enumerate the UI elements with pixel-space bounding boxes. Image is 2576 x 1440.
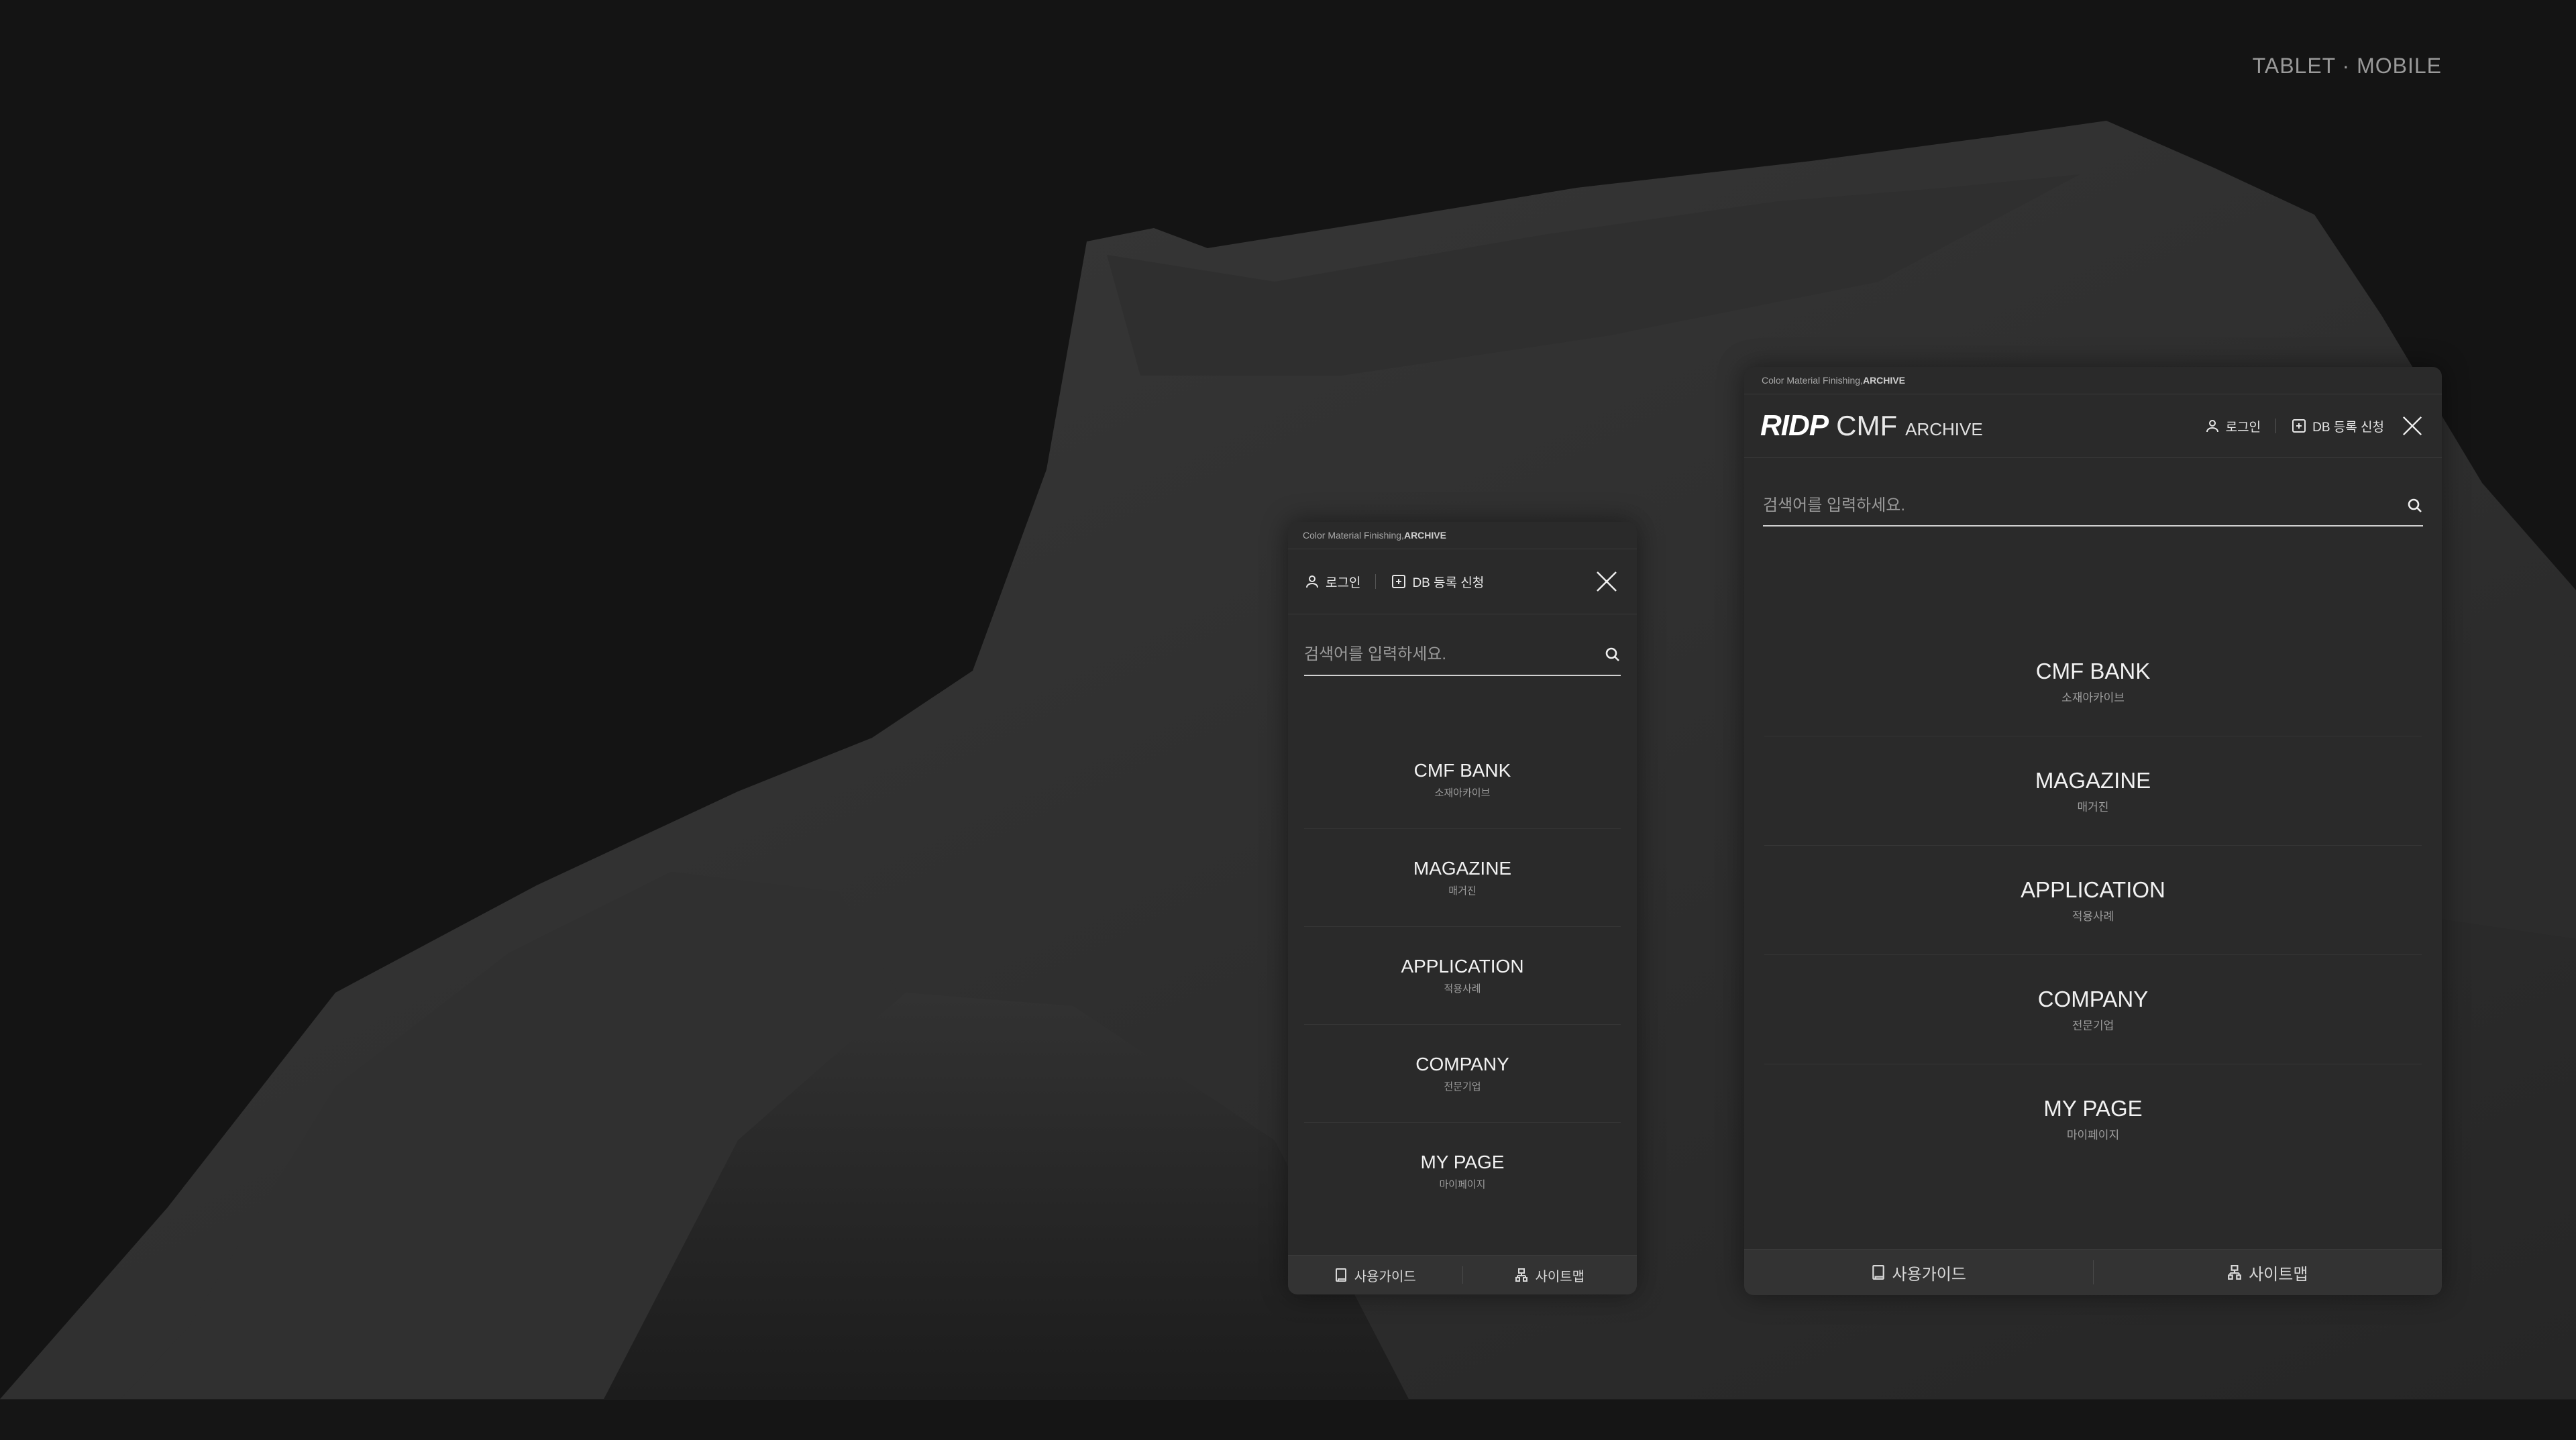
db-register-button[interactable]: DB 등록 신청 [1391, 573, 1484, 591]
menu-item-application[interactable]: APPLICATION 적용사례 [1764, 846, 2422, 955]
tagline-bold: ARCHIVE [1862, 375, 1905, 386]
tagline-text: Color Material Finishing, [1762, 375, 1863, 386]
user-guide-label: 사용가이드 [1354, 1269, 1416, 1284]
divider [1375, 574, 1377, 589]
menu-item-company[interactable]: COMPANY 전문기업 [1764, 955, 2422, 1064]
sitemap-button[interactable]: 사이트맵 [2094, 1250, 2443, 1295]
sitemap-icon [1515, 1268, 1528, 1282]
main-menu: CMF BANK 소재아카이브 MAGAZINE 매거진 APPLICATION… [1764, 627, 2422, 1173]
search-button[interactable] [2407, 498, 2423, 514]
menu-item-subtitle: 소재아카이브 [2061, 691, 2125, 704]
user-icon [2206, 420, 2218, 433]
tagline-bold: ARCHIVE [1403, 530, 1446, 541]
login-button[interactable]: 로그인 [1304, 573, 1360, 591]
menu-item-subtitle: 전문기업 [1444, 1081, 1481, 1093]
close-button[interactable] [1595, 570, 1618, 593]
menu-item-cmf-bank[interactable]: CMF BANK 소재아카이브 [1764, 627, 2422, 736]
logo[interactable]: RIDP CMF ARCHIVE [1760, 409, 1983, 443]
close-icon [2402, 416, 2422, 436]
search-icon [1605, 647, 1619, 661]
menu-item-title: MY PAGE [2043, 1095, 2143, 1121]
logo-archive: ARCHIVE [1905, 419, 1983, 439]
menu-item-title: COMPANY [2037, 986, 2149, 1011]
tagline-text: Color Material Finishing, [1303, 530, 1404, 541]
search-input[interactable] [1763, 496, 2407, 515]
bottom-bar [0, 1399, 2576, 1440]
menu-item-subtitle: 적용사례 [2072, 909, 2114, 923]
menu-item-my-page[interactable]: MY PAGE 마이페이지 [1764, 1064, 2422, 1173]
user-guide-label: 사용가이드 [1892, 1265, 1966, 1284]
logo-cmf: CMF [1836, 410, 1898, 441]
menu-item-subtitle: 적용사례 [1444, 983, 1481, 995]
book-icon [1872, 1265, 1884, 1280]
header-actions: 로그인 DB 등록 신청 [1304, 570, 1618, 593]
sitemap-label: 사이트맵 [2249, 1265, 2308, 1284]
menu-item-subtitle: 마이페이지 [2066, 1128, 2120, 1142]
sitemap-label: 사이트맵 [1535, 1269, 1585, 1284]
menu-item-company[interactable]: COMPANY 전문기업 [1304, 1025, 1621, 1123]
menu-item-title: MAGAZINE [1413, 858, 1512, 879]
db-register-button[interactable]: DB 등록 신청 [2291, 417, 2384, 435]
login-label: 로그인 [2225, 420, 2261, 435]
search-bar [1763, 486, 2423, 527]
menu-item-title: APPLICATION [2021, 877, 2165, 902]
search-bar [1304, 634, 1621, 676]
user-icon [1306, 575, 1318, 588]
header: 로그인 DB 등록 신청 [1288, 549, 1637, 614]
menu-item-my-page[interactable]: MY PAGE 마이페이지 [1304, 1123, 1621, 1220]
footer-bar: 사용가이드 사이트맵 [1744, 1249, 2442, 1295]
menu-item-subtitle: 전문기업 [2072, 1019, 2114, 1032]
search-icon [2408, 498, 2422, 512]
plus-square-icon [2292, 419, 2306, 433]
login-button[interactable]: 로그인 [2204, 417, 2261, 435]
header-actions: 로그인 DB 등록 신청 [2204, 415, 2423, 437]
menu-item-title: CMF BANK [1413, 760, 1511, 781]
close-icon [1597, 571, 1617, 592]
menu-item-magazine[interactable]: MAGAZINE 매거진 [1304, 829, 1621, 927]
menu-item-subtitle: 매거진 [1448, 885, 1477, 897]
tablet-menu-panel: Color Material Finishing, ARCHIVE RIDP C… [1744, 367, 2442, 1295]
logo-brand: RIDP [1760, 409, 1829, 442]
menu-item-application[interactable]: APPLICATION 적용사례 [1304, 927, 1621, 1025]
menu-item-title: MAGAZINE [2035, 767, 2151, 793]
header: RIDP CMF ARCHIVE 로그인 DB 등록 신청 [1744, 394, 2442, 458]
sitemap-icon [2228, 1265, 2241, 1280]
mobile-menu-panel: Color Material Finishing, ARCHIVE 로그인 DB… [1288, 522, 1637, 1294]
search-input[interactable] [1304, 645, 1605, 664]
tagline: Color Material Finishing, ARCHIVE [1288, 522, 1637, 549]
plus-square-icon [1392, 575, 1406, 588]
book-icon [1335, 1268, 1346, 1282]
device-label: TABLET · MOBILE [2252, 54, 2442, 78]
menu-item-subtitle: 마이페이지 [1439, 1179, 1486, 1190]
close-button[interactable] [2402, 415, 2423, 437]
menu-item-title: COMPANY [1415, 1054, 1509, 1074]
search-button[interactable] [1605, 647, 1621, 663]
menu-item-subtitle: 소재아카이브 [1434, 787, 1491, 799]
menu-item-magazine[interactable]: MAGAZINE 매거진 [1764, 736, 2422, 846]
divider [2275, 419, 2277, 433]
footer-bar: 사용가이드 사이트맵 [1288, 1255, 1637, 1294]
user-guide-button[interactable]: 사용가이드 [1288, 1256, 1462, 1294]
main-menu: CMF BANK 소재아카이브 MAGAZINE 매거진 APPLICATION… [1304, 731, 1621, 1220]
db-register-label: DB 등록 신청 [2312, 420, 2384, 435]
menu-item-title: APPLICATION [1401, 956, 1524, 977]
menu-item-cmf-bank[interactable]: CMF BANK 소재아카이브 [1304, 731, 1621, 829]
tagline: Color Material Finishing, ARCHIVE [1744, 367, 2442, 394]
db-register-label: DB 등록 신청 [1412, 575, 1485, 590]
sitemap-button[interactable]: 사이트맵 [1463, 1256, 1638, 1294]
menu-item-subtitle: 매거진 [2077, 800, 2109, 814]
login-label: 로그인 [1326, 575, 1361, 590]
menu-item-title: MY PAGE [1420, 1152, 1505, 1172]
user-guide-button[interactable]: 사용가이드 [1744, 1250, 2093, 1295]
menu-item-title: CMF BANK [2035, 658, 2151, 683]
